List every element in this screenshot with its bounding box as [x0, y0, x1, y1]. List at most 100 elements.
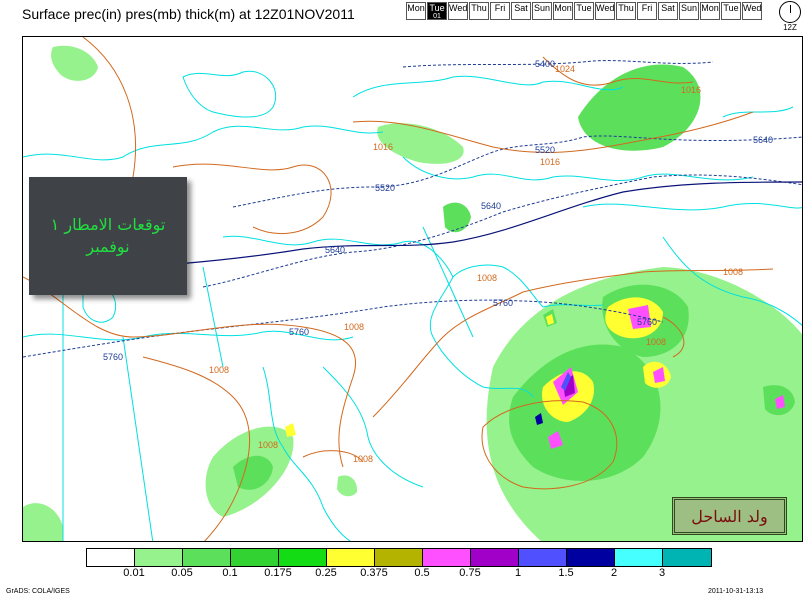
- day-cell[interactable]: Tue: [574, 2, 594, 20]
- pressure-label: 1008: [258, 440, 278, 450]
- day-label: Tue: [429, 3, 445, 13]
- day-label: Sun: [680, 3, 697, 13]
- pressure-label: 1024: [555, 64, 575, 74]
- day-cell[interactable]: Sat: [511, 2, 531, 20]
- overlay-line-2: نوفمبر: [86, 237, 130, 256]
- day-cell[interactable]: Tue 01: [427, 2, 447, 20]
- coastline: [322, 366, 424, 488]
- legend-swatch: [231, 549, 279, 566]
- day-label: Sat: [661, 3, 675, 13]
- footer-timestamp: 2011-10-31-13:13: [708, 588, 764, 595]
- coastline: [352, 75, 624, 98]
- thickness-label: 5640: [753, 135, 773, 145]
- thickness-label: 5520: [535, 145, 555, 155]
- day-label: Wed: [449, 3, 468, 13]
- day-label: Fri: [641, 3, 653, 13]
- legend-swatch: [471, 549, 519, 566]
- legend-label: 0.01: [123, 567, 145, 579]
- legend-label: 2: [610, 567, 618, 579]
- day-cell[interactable]: Tue: [721, 2, 741, 20]
- legend-label: 3: [658, 567, 666, 579]
- day-cell[interactable]: Sat: [658, 2, 678, 20]
- day-label: Thu: [618, 3, 634, 13]
- forecast-overlay-box: توقعات الامطار ١ نوفمبر: [29, 177, 187, 295]
- legend-label: 0.5: [414, 567, 430, 579]
- legend-swatch: [327, 549, 375, 566]
- legend-swatch: [567, 549, 615, 566]
- pressure-label: 1008: [723, 267, 743, 277]
- day-selector: Mon Tue 01 Wed Thu Fri Sat Sun Mon Tue Wed Thu Fri Sa…: [406, 2, 763, 22]
- legend-swatch: [375, 549, 423, 566]
- pressure-label: 1016: [373, 142, 393, 152]
- pressure-label: 1008: [209, 365, 229, 375]
- day-cell[interactable]: Wed: [448, 2, 468, 20]
- day-cell[interactable]: Wed: [742, 2, 762, 20]
- pressure-label: 1016: [681, 85, 701, 95]
- day-cell[interactable]: Sun: [679, 2, 699, 20]
- legend-label: 0.75: [459, 567, 481, 579]
- precip-area: [285, 423, 296, 437]
- day-cell[interactable]: Mon: [700, 2, 720, 20]
- coastline: [182, 70, 277, 118]
- day-label: Fri: [494, 3, 506, 13]
- legend-swatch: [663, 549, 711, 566]
- legend-swatch: [183, 549, 231, 566]
- day-label: Sat: [514, 3, 528, 13]
- legend-swatch: [615, 549, 663, 566]
- day-cell[interactable]: Mon: [553, 2, 573, 20]
- day-label: Mon: [701, 3, 719, 13]
- day-label: Tue: [723, 3, 739, 13]
- coastline: [122, 336, 154, 541]
- thickness-label: 5520: [375, 183, 395, 193]
- precip-legend-labels: 0.01 0.05 0.1 0.175 0.25 0.375 0.5 0.75 1 1.5 2 3: [86, 567, 728, 581]
- legend-label: 1.5: [558, 567, 574, 579]
- pressure-label: 1008: [646, 337, 666, 347]
- thickness-label: 5400: [535, 59, 555, 69]
- signature-box: ولد الساحل: [672, 497, 787, 535]
- thickness-label: 5760: [103, 352, 123, 362]
- chart-title: Surface prec(in) pres(mb) thick(m) at 12…: [22, 6, 355, 22]
- day-label: Thu: [471, 3, 487, 13]
- thickness-label: 5760: [637, 317, 657, 327]
- day-label: Wed: [596, 3, 615, 13]
- thickness-contour: [232, 135, 802, 208]
- precip-area: [337, 475, 358, 497]
- day-cell[interactable]: Fri: [637, 2, 657, 20]
- legend-swatch: [423, 549, 471, 566]
- day-cell[interactable]: Thu: [616, 2, 636, 20]
- thickness-label: 5640: [481, 201, 501, 211]
- day-cell[interactable]: Sun: [532, 2, 552, 20]
- day-cell[interactable]: Fri: [490, 2, 510, 20]
- clock-icon: [779, 1, 801, 23]
- thickness-label: 5640: [325, 245, 345, 255]
- pressure-contour: [172, 163, 332, 235]
- pressure-label: 1008: [344, 322, 364, 332]
- thickness-label: 5760: [289, 327, 309, 337]
- overlay-line-1: توقعات الامطار ١: [50, 215, 166, 234]
- day-label: Tue: [576, 3, 592, 13]
- legend-label: 0.25: [315, 567, 337, 579]
- coastline: [582, 203, 802, 211]
- legend-swatch: [135, 549, 183, 566]
- precip-area: [443, 202, 471, 233]
- pressure-label: 1016: [540, 157, 560, 167]
- day-label: Mon: [554, 3, 572, 13]
- coastline: [722, 106, 794, 118]
- legend-swatch: [87, 549, 135, 566]
- pressure-contour: [23, 276, 356, 468]
- day-cell[interactable]: Wed: [595, 2, 615, 20]
- coastline: [202, 266, 224, 368]
- precip-area: [23, 503, 63, 541]
- day-cell[interactable]: Mon: [406, 2, 426, 20]
- legend-swatch: [519, 549, 567, 566]
- legend-label: 0.175: [264, 567, 292, 579]
- day-label: Mon: [407, 3, 425, 13]
- day-cell[interactable]: Thu: [469, 2, 489, 20]
- pressure-label: 1008: [477, 273, 497, 283]
- precip-area: [51, 45, 98, 81]
- day-label: Sun: [533, 3, 550, 13]
- clock-label: 12Z: [783, 23, 797, 32]
- coastline: [23, 125, 384, 161]
- day-sub-label: 01: [433, 13, 441, 20]
- legend-swatch: [279, 549, 327, 566]
